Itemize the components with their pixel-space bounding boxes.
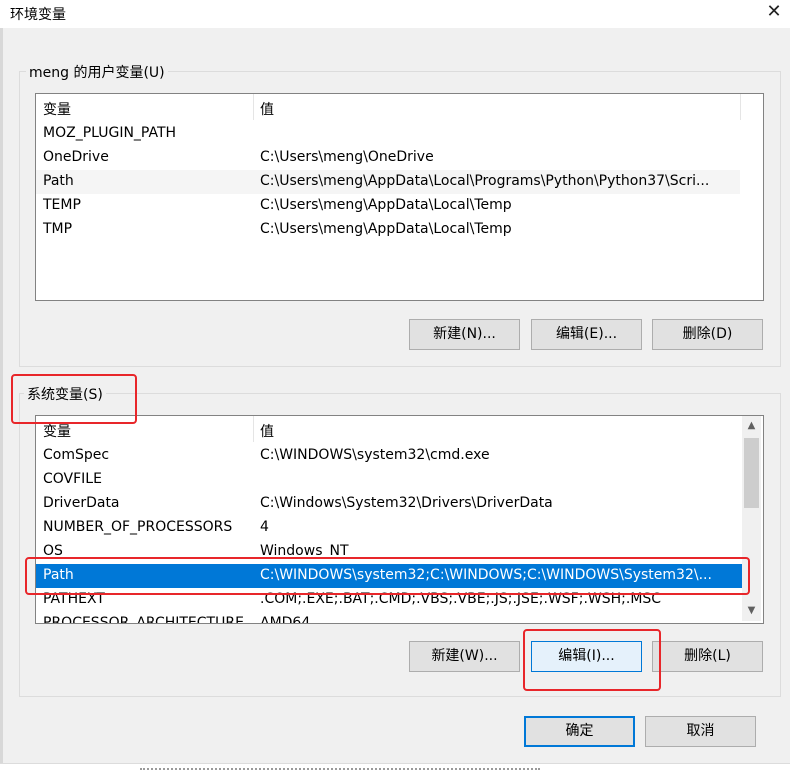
table-row[interactable]: TMP C:\Users\meng\AppData\Local\Temp — [36, 218, 740, 242]
ok-button[interactable]: 确定 — [524, 716, 635, 747]
scrollbar-thumb[interactable] — [744, 438, 759, 508]
user-vars-list[interactable]: 变量 值 MOZ_PLUGIN_PATH OneDrive C:\Users\m… — [35, 93, 764, 301]
annotation-box-edit-button — [523, 629, 661, 691]
user-vars-header: 变量 值 — [36, 94, 763, 120]
table-row[interactable]: DriverData C:\Windows\System32\Drivers\D… — [36, 492, 742, 516]
window-title: 环境变量 — [10, 7, 66, 23]
user-delete-button[interactable]: 删除(D) — [652, 319, 763, 350]
table-row[interactable]: Path C:\Users\meng\AppData\Local\Program… — [36, 170, 740, 194]
table-row[interactable]: MOZ_PLUGIN_PATH — [36, 122, 740, 146]
column-header-name[interactable]: 变量 — [43, 421, 71, 441]
annotation-box-system-label — [11, 374, 137, 424]
table-row[interactable]: PROCESSOR_ARCHITECTURE AMD64 — [36, 612, 742, 623]
title-bar: 环境变量 ✕ — [0, 0, 790, 28]
table-row[interactable]: NUMBER_OF_PROCESSORS 4 — [36, 516, 742, 540]
table-row[interactable]: TEMP C:\Users\meng\AppData\Local\Temp — [36, 194, 740, 218]
system-delete-button[interactable]: 删除(L) — [652, 641, 763, 672]
column-header-name[interactable]: 变量 — [43, 99, 71, 119]
table-row[interactable]: COVFILE — [36, 468, 742, 492]
table-row[interactable]: OneDrive C:\Users\meng\OneDrive — [36, 146, 740, 170]
close-icon[interactable]: ✕ — [762, 0, 786, 26]
system-new-button[interactable]: 新建(W)... — [409, 641, 520, 672]
annotation-box-path-row — [25, 557, 750, 595]
column-header-value[interactable]: 值 — [260, 421, 274, 441]
background-window-strip — [0, 763, 790, 774]
table-row[interactable]: ComSpec C:\WINDOWS\system32\cmd.exe — [36, 444, 742, 468]
user-edit-button[interactable]: 编辑(E)... — [531, 319, 642, 350]
chevron-down-icon[interactable]: ▼ — [742, 601, 761, 621]
cancel-button[interactable]: 取消 — [645, 716, 756, 747]
column-header-value[interactable]: 值 — [260, 99, 274, 119]
user-vars-label: meng 的用户变量(U) — [26, 62, 168, 82]
system-vars-header: 变量 值 — [36, 416, 763, 442]
user-new-button[interactable]: 新建(N)... — [409, 319, 520, 350]
chevron-up-icon[interactable]: ▲ — [742, 416, 761, 436]
dialog-body: meng 的用户变量(U) 变量 值 MOZ_PLUGIN_PATH OneDr… — [3, 28, 790, 773]
